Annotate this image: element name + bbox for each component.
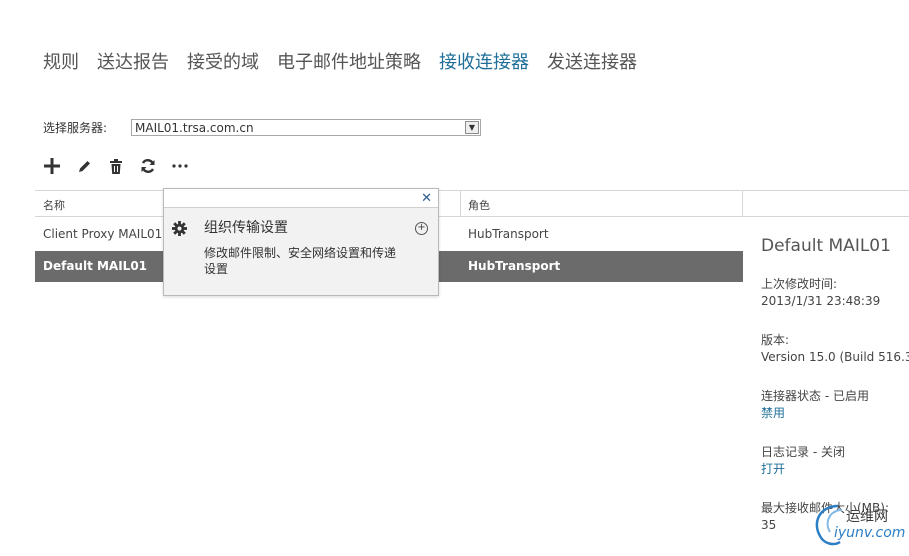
server-label: 选择服务器: — [43, 121, 108, 135]
modified-value: 2013/1/31 23:48:39 — [761, 294, 881, 308]
modified-label: 上次修改时间: — [761, 277, 838, 291]
server-select[interactable]: MAIL01.trsa.com.cn ▼ — [131, 119, 481, 136]
popup-item-title[interactable]: 组织传输设置 — [204, 217, 288, 237]
tab-receive-connectors[interactable]: 接收连接器 — [439, 48, 529, 74]
row-role-cell: HubTransport — [468, 259, 561, 273]
more-actions-popup: ✕ 组织传输设置 + 修改邮件限制、安全网络设置和传递设置 — [163, 188, 439, 296]
version-label: 版本: — [761, 333, 790, 347]
version-value: Version 15.0 (Build 516.32) — [761, 350, 909, 364]
toolbar — [43, 157, 189, 175]
tab-send-connectors[interactable]: 发送连接器 — [547, 48, 637, 74]
version-block: 版本: Version 15.0 (Build 516.32) — [761, 332, 909, 366]
popup-item-description: 修改邮件限制、安全网络设置和传递设置 — [204, 246, 397, 276]
enable-logging-link[interactable]: 打开 — [761, 461, 909, 478]
edit-icon[interactable] — [75, 157, 93, 175]
disable-link[interactable]: 禁用 — [761, 405, 909, 422]
more-icon[interactable] — [171, 157, 189, 175]
top-tabs: 规则 送达报告 接受的域 电子邮件地址策略 接收连接器 发送连接器 — [43, 48, 637, 74]
tab-accepted-domains[interactable]: 接受的域 — [187, 48, 259, 74]
refresh-icon[interactable] — [139, 157, 157, 175]
row-name-cell: Default MAIL01 — [43, 259, 148, 273]
gear-icon — [172, 221, 187, 240]
status-block: 连接器状态 - 已启用 禁用 — [761, 388, 909, 422]
watermark-logo: 运维网 iyunv.com — [808, 500, 909, 548]
dropdown-arrow-icon[interactable]: ▼ — [465, 121, 479, 134]
expand-icon[interactable]: + — [415, 222, 428, 235]
watermark-text-en: iyunv.com — [834, 525, 906, 541]
column-header-role[interactable]: 角色 — [468, 197, 490, 213]
tab-email-address-policies[interactable]: 电子邮件地址策略 — [277, 48, 421, 74]
logging-block: 日志记录 - 关闭 打开 — [761, 444, 909, 478]
popup-search-field[interactable] — [164, 189, 438, 208]
logging-label: 日志记录 - 关闭 — [761, 445, 845, 459]
delete-icon[interactable] — [107, 157, 125, 175]
column-divider — [460, 191, 461, 216]
row-role-cell: HubTransport — [468, 227, 549, 241]
tab-delivery-reports[interactable]: 送达报告 — [97, 48, 169, 74]
watermark-text-cn: 运维网 — [846, 509, 888, 525]
details-title: Default MAIL01 — [761, 236, 891, 256]
row-name-cell: Client Proxy MAIL01 — [43, 227, 163, 241]
modified-block: 上次修改时间: 2013/1/31 23:48:39 — [761, 276, 909, 310]
add-icon[interactable] — [43, 157, 61, 175]
server-select-value: MAIL01.trsa.com.cn — [135, 120, 254, 135]
tab-rules[interactable]: 规则 — [43, 48, 79, 74]
column-header-name[interactable]: 名称 — [43, 197, 65, 213]
close-icon[interactable]: ✕ — [421, 191, 432, 206]
connector-status-label: 连接器状态 - 已启用 — [761, 389, 869, 403]
column-divider — [742, 191, 743, 216]
server-selector-row: 选择服务器: MAIL01.trsa.com.cn ▼ — [43, 119, 481, 136]
